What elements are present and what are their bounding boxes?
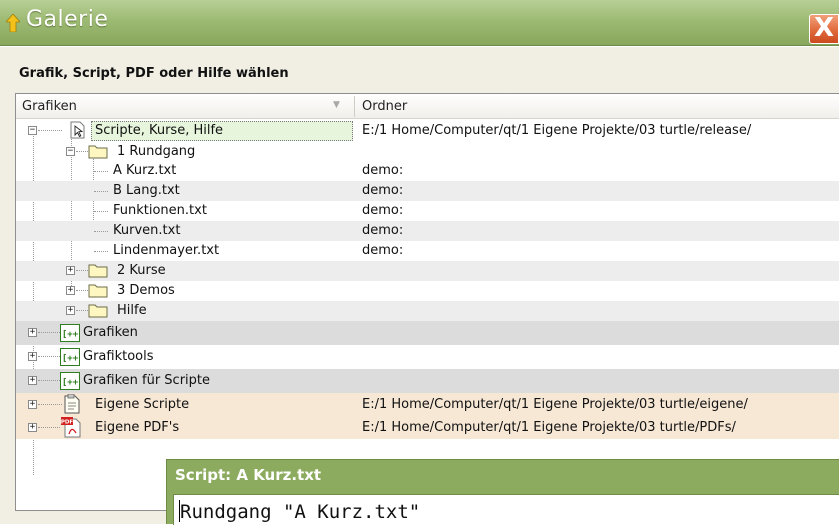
tree-row[interactable]: + 3 Demos — [16, 281, 839, 301]
up-arrow-icon — [6, 14, 20, 32]
tree-row[interactable]: − 1 Rundgang — [16, 141, 839, 162]
tree-row[interactable]: + Hilfe — [16, 301, 839, 321]
folder-icon — [88, 264, 108, 278]
tree-row[interactable]: + PDF Eigene PDF's E:/1 Home/Computer/qt… — [16, 416, 839, 439]
tree-item-label: 1 Rundgang — [117, 144, 196, 159]
tree-item-label: Grafiken — [83, 325, 138, 340]
script-content: Rundgang "A Kurz.txt" — [180, 501, 421, 523]
tree-item-label: Grafiken für Scripte — [83, 373, 211, 388]
column-header-ordner[interactable]: Ordner — [362, 99, 407, 114]
column-header-grafiken[interactable]: Grafiken — [22, 99, 77, 114]
pdf-icon: PDF — [61, 417, 81, 438]
tree-row[interactable]: + [++ Grafiktools — [16, 345, 839, 369]
svg-text:[++: [++ — [62, 354, 79, 364]
collapse-toggle[interactable]: − — [28, 126, 37, 135]
script-arrow-icon — [70, 121, 85, 139]
expand-toggle[interactable]: + — [66, 306, 75, 315]
tree-item-folder: demo: — [362, 203, 404, 218]
expand-toggle[interactable]: + — [28, 328, 37, 337]
cpp-icon: [++ — [60, 348, 80, 366]
folder-icon — [88, 145, 108, 159]
window-title: Galerie — [26, 7, 109, 32]
tree-connector — [38, 332, 60, 333]
tree-connector — [94, 171, 108, 172]
tree-item-folder: demo: — [362, 243, 404, 258]
folder-icon — [88, 304, 108, 318]
tree-item-folder: demo: — [362, 223, 404, 238]
tree-connector — [76, 151, 88, 152]
script-page-icon — [64, 394, 80, 414]
tree-row[interactable]: + [++ Grafiken für Scripte — [16, 369, 839, 393]
svg-text:[++: [++ — [62, 378, 79, 388]
tree-connector — [76, 290, 88, 291]
expand-toggle[interactable]: + — [28, 423, 37, 432]
tree-row[interactable]: Kurven.txt demo: — [16, 221, 839, 241]
tree-item-folder: demo: — [362, 183, 404, 198]
tree-item-label: 2 Kurse — [117, 263, 166, 278]
tree-connector — [38, 427, 60, 428]
tree-connector — [94, 231, 108, 232]
expand-toggle[interactable]: + — [66, 286, 75, 295]
tree-row[interactable]: Funktionen.txt demo: — [16, 201, 839, 221]
tree-item-folder: demo: — [362, 163, 404, 178]
tree-item-label: B Lang.txt — [113, 183, 180, 198]
tree-row[interactable]: Lindenmayer.txt demo: — [16, 241, 839, 261]
tree-item-folder: E:/1 Home/Computer/qt/1 Eigene Projekte/… — [362, 123, 752, 138]
tree-row[interactable]: B Lang.txt demo: — [16, 181, 839, 201]
expand-toggle[interactable]: + — [28, 352, 37, 361]
tree-connector — [38, 356, 60, 357]
tree-connector — [76, 270, 88, 271]
expand-toggle[interactable]: + — [28, 400, 37, 409]
tree-item-label: A Kurz.txt — [113, 163, 177, 178]
tree-row[interactable]: + Eigene Scripte E:/1 Home/Computer/qt/1… — [16, 393, 839, 416]
sort-indicator-icon: ▼ — [333, 100, 340, 110]
tree-row[interactable]: + [++ Grafiken — [16, 321, 839, 345]
tree-header: Grafiken ▼ Ordner — [16, 94, 839, 119]
tree-item-label: Eigene PDF's — [95, 420, 180, 435]
tree-connector — [38, 130, 62, 131]
close-button[interactable]: X — [809, 14, 839, 44]
expand-toggle[interactable]: + — [28, 376, 37, 385]
expand-toggle[interactable]: + — [66, 266, 75, 275]
svg-text:[++: [++ — [62, 330, 79, 340]
column-divider[interactable] — [354, 96, 355, 117]
cpp-icon: [++ — [60, 372, 80, 390]
script-editor[interactable]: Rundgang "A Kurz.txt" — [173, 494, 839, 525]
script-preview-window[interactable]: Script: A Kurz.txt Rundgang "A Kurz.txt" — [166, 459, 839, 525]
tree-row[interactable]: + 2 Kurse — [16, 261, 839, 281]
tree-item-folder: E:/1 Home/Computer/qt/1 Eigene Projekte/… — [362, 420, 736, 435]
svg-text:PDF: PDF — [61, 420, 74, 426]
tree-connector — [94, 211, 108, 212]
dialog-prompt: Grafik, Script, PDF oder Hilfe wählen — [19, 66, 289, 81]
tree-item-label: Funktionen.txt — [113, 203, 207, 218]
tree-item-label: Grafiktools — [83, 349, 154, 364]
tree-connector — [94, 191, 108, 192]
tree-item-label: Kurven.txt — [113, 223, 181, 238]
tree-item-label: 3 Demos — [117, 283, 175, 298]
tree-item-folder: E:/1 Home/Computer/qt/1 Eigene Projekte/… — [362, 397, 748, 412]
tree-connector — [76, 310, 88, 311]
tree-row[interactable]: − Scripte, Kurse, Hilfe E:/1 Home/Comput… — [16, 120, 839, 141]
tree-item-label: Eigene Scripte — [95, 397, 190, 412]
tree-connector — [38, 380, 60, 381]
cpp-icon: [++ — [60, 324, 80, 342]
tree-row[interactable]: A Kurz.txt demo: — [16, 161, 839, 181]
title-bar[interactable]: Galerie X — [0, 0, 839, 46]
tree-item-label: Scripte, Kurse, Hilfe — [95, 123, 224, 138]
tree-connector — [38, 404, 62, 405]
script-window-title: Script: A Kurz.txt — [175, 466, 322, 484]
folder-icon — [88, 284, 108, 298]
tree-item-label: Hilfe — [117, 303, 147, 318]
gallery-tree[interactable]: Grafiken ▼ Ordner − Scripte, Kurse, Hilf… — [15, 93, 839, 511]
tree-connector — [94, 251, 108, 252]
dialog-body: Grafik, Script, PDF oder Hilfe wählen Gr… — [0, 47, 839, 524]
tree-item-label: Lindenmayer.txt — [113, 243, 220, 258]
collapse-toggle[interactable]: − — [66, 147, 75, 156]
